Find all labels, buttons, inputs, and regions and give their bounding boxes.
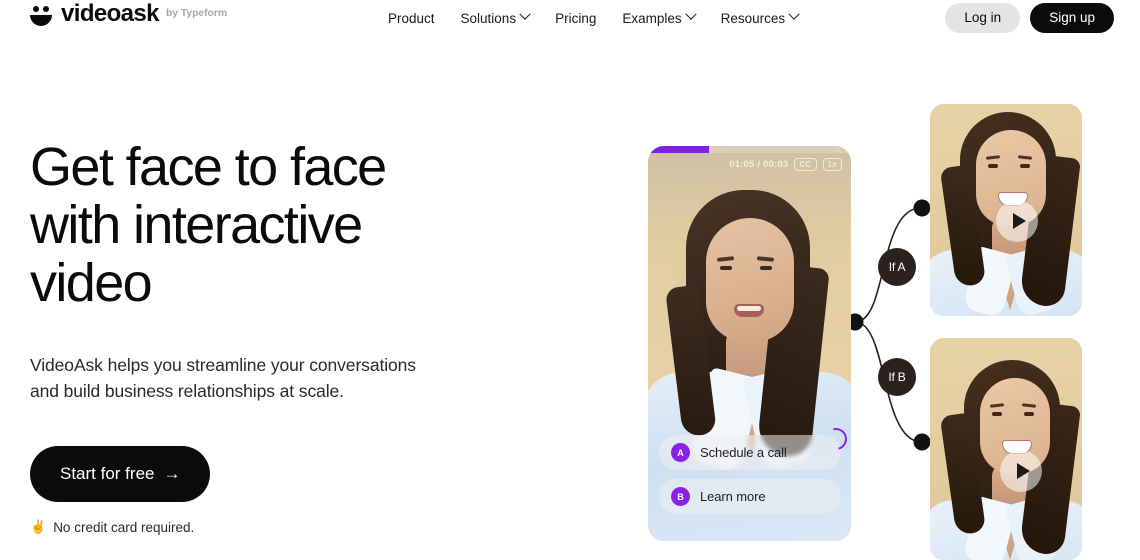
answer-video-card-a[interactable] (930, 104, 1082, 316)
nav-item-pricing[interactable]: Pricing (555, 11, 596, 26)
nav-label-resources: Resources (720, 10, 786, 26)
subject-face (706, 218, 794, 342)
note-text: No credit card required. (53, 519, 195, 535)
hero-subhead: VideoAsk helps you streamline your conve… (30, 355, 416, 401)
play-icon (1012, 213, 1026, 229)
video-time-display: 01:05 / 00:03 (729, 159, 789, 170)
subject-eye-left (720, 266, 732, 270)
choice-label-b: Learn more (700, 489, 766, 504)
video-progress-bar[interactable] (648, 146, 851, 153)
login-button[interactable]: Log in (945, 3, 1021, 33)
nav-label-solutions: Solutions (460, 10, 517, 26)
answer-b-eye-right (1024, 412, 1034, 416)
cta-label: Start for free (60, 464, 155, 483)
smiley-face-icon (28, 2, 54, 28)
chevron-down-icon (519, 8, 531, 20)
no-credit-card-note: ✌️ No credit card required. (30, 519, 430, 535)
page-title: Get face to face with interactive video (30, 137, 387, 313)
site-header: videoask by Typeform Product Solutions P… (0, 0, 1140, 36)
subject-mouth (734, 304, 764, 317)
hero-illustration: 01:05 / 00:03 CC 1x A Schedule a call B … (630, 90, 1140, 560)
main-nav: Product Solutions Pricing Examples Resou… (388, 0, 800, 36)
video-controls: 01:05 / 00:03 CC 1x (729, 158, 842, 171)
nav-item-solutions[interactable]: Solutions (460, 8, 531, 26)
nav-item-examples[interactable]: Examples (622, 8, 697, 26)
nav-item-resources[interactable]: Resources (720, 8, 800, 26)
play-button-a[interactable] (996, 200, 1038, 242)
subject-eye-right (760, 266, 772, 270)
play-button-b[interactable] (1000, 450, 1042, 492)
choice-option-b[interactable]: B Learn more (659, 479, 841, 514)
nav-label-examples: Examples (622, 10, 682, 26)
auth-actions: Log in Sign up (945, 3, 1114, 33)
answer-b-eye-left (992, 412, 1002, 416)
smiley-eye-right (43, 6, 49, 12)
answer-a-eye-left (988, 164, 998, 168)
brand-name: videoask (61, 0, 160, 27)
arrow-right-icon: → (163, 464, 181, 483)
nav-label-pricing: Pricing (555, 10, 597, 26)
smiley-eye-left (33, 6, 39, 12)
play-icon (1016, 463, 1030, 479)
start-for-free-button[interactable]: Start for free → (30, 446, 211, 502)
choice-key-b: B (671, 487, 690, 506)
answer-video-card-b[interactable] (930, 338, 1082, 560)
branch-node-if-a[interactable]: If A (878, 248, 916, 286)
hero-copy: Get face to face with interactive video … (30, 138, 430, 535)
subject-teeth (737, 306, 761, 311)
signup-button[interactable]: Sign up (1030, 3, 1114, 33)
nav-item-product[interactable]: Product (388, 11, 435, 26)
branch-node-if-b[interactable]: If B (878, 358, 916, 396)
choice-option-a[interactable]: A Schedule a call (659, 423, 851, 470)
chevron-down-icon (788, 8, 800, 20)
brand-logo[interactable]: videoask by Typeform (28, 2, 227, 28)
smiley-mouth (30, 15, 52, 26)
peace-hand-icon: ✌️ (30, 519, 47, 534)
playback-speed-button[interactable]: 1x (822, 158, 842, 171)
video-progress-fill (648, 146, 709, 153)
choice-key-a: A (671, 443, 690, 462)
answer-a-eye-right (1020, 164, 1030, 168)
chevron-down-icon (684, 8, 697, 20)
main-video-card[interactable]: 01:05 / 00:03 CC 1x A Schedule a call B … (648, 146, 851, 541)
choice-label-a: Schedule a call (700, 445, 787, 460)
closed-caption-button[interactable]: CC (794, 158, 817, 171)
nav-label-product: Product (388, 10, 435, 26)
answer-choices: A Schedule a call B Learn more (659, 423, 851, 523)
brand-byline: by Typeform (165, 7, 228, 19)
